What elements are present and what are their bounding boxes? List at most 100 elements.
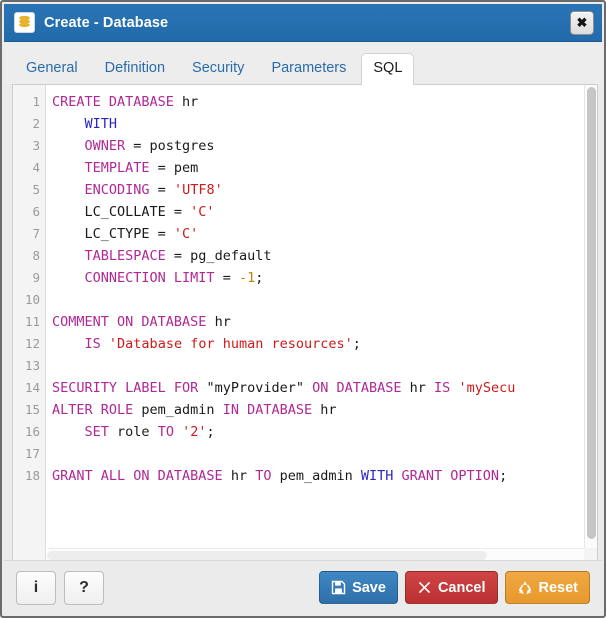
tab-label: Parameters bbox=[271, 60, 347, 77]
editor-horizontal-scrollbar-thumb[interactable] bbox=[47, 551, 487, 560]
code-token: SECURITY LABEL FOR bbox=[52, 380, 199, 396]
dialog-footer: i ? Save Cancel Reset bbox=[4, 560, 602, 614]
reset-button-label: Reset bbox=[538, 579, 579, 596]
code-line: LC_COLLATE = 'C' bbox=[52, 201, 583, 223]
tab-label: SQL bbox=[373, 60, 403, 77]
code-line: OWNER = postgres bbox=[52, 135, 583, 157]
code-token: ON DATABASE bbox=[312, 380, 402, 396]
code-token: ; bbox=[352, 336, 361, 352]
code-token: WITH bbox=[84, 116, 118, 132]
cancel-button[interactable]: Cancel bbox=[404, 571, 498, 604]
code-token: 'C' bbox=[190, 204, 215, 220]
code-token: ALTER ROLE bbox=[52, 402, 134, 418]
line-number: 3 bbox=[32, 138, 40, 153]
code-line: CONNECTION LIMIT = -1; bbox=[52, 267, 583, 289]
code-line: ALTER ROLE pem_admin IN DATABASE hr bbox=[52, 399, 583, 421]
recycle-icon bbox=[517, 580, 533, 596]
code-line: LC_CTYPE = 'C' bbox=[52, 223, 583, 245]
code-line: COMMENT ON DATABASE hr bbox=[52, 311, 583, 333]
code-token: WITH bbox=[360, 468, 394, 484]
code-line: IS 'Database for human resources'; bbox=[52, 333, 583, 355]
tab-definition[interactable]: Definition bbox=[93, 53, 177, 85]
line-number: 11 bbox=[24, 314, 40, 329]
line-number: 9 bbox=[32, 270, 40, 285]
help-button[interactable]: ? bbox=[64, 570, 104, 605]
code-line: CREATE DATABASE hr bbox=[52, 91, 583, 113]
code-token: TO bbox=[157, 424, 174, 440]
tab-label: Security bbox=[192, 60, 245, 77]
code-token: = pg_default bbox=[165, 248, 272, 264]
line-number: 1 bbox=[32, 94, 40, 109]
info-icon: i bbox=[33, 578, 39, 596]
save-button[interactable]: Save bbox=[319, 571, 398, 604]
close-icon[interactable]: ✖ bbox=[570, 10, 594, 35]
code-token: ; bbox=[499, 468, 508, 484]
tab-parameters[interactable]: Parameters bbox=[259, 53, 358, 85]
code-token: TEMPLATE bbox=[84, 160, 150, 176]
create-database-dialog: Create - Database ✖ General Definition Sec… bbox=[0, 0, 606, 618]
code-line: TEMPLATE = pem bbox=[52, 157, 583, 179]
code-token: pem_admin bbox=[271, 468, 361, 484]
code-token: 'C' bbox=[173, 226, 199, 242]
tab-label: Definition bbox=[104, 60, 166, 77]
code-token: COMMENT ON DATABASE bbox=[52, 314, 215, 330]
line-number: 4 bbox=[32, 160, 40, 175]
code-token: hr bbox=[312, 402, 337, 418]
line-number: 17 bbox=[24, 446, 40, 461]
code-token: hr bbox=[401, 380, 435, 396]
window-title: Create - Database bbox=[44, 14, 169, 31]
code-token: hr bbox=[182, 94, 199, 110]
title-bar: Create - Database ✖ bbox=[4, 4, 602, 42]
code-token: ; bbox=[255, 270, 264, 286]
close-x-icon bbox=[417, 580, 432, 595]
code-token: GRANT ALL ON DATABASE bbox=[52, 468, 223, 484]
database-icon bbox=[14, 12, 35, 33]
code-line: SECURITY LABEL FOR "myProvider" ON DATAB… bbox=[52, 377, 583, 399]
editor-vertical-scrollbar-thumb[interactable] bbox=[587, 87, 596, 539]
code-token: OWNER bbox=[84, 138, 126, 154]
reset-button[interactable]: Reset bbox=[504, 571, 590, 604]
tab-strip: General Definition Security Parameters SQL bbox=[4, 42, 602, 85]
tab-sql[interactable]: SQL bbox=[361, 53, 415, 85]
tab-security[interactable]: Security bbox=[180, 53, 256, 85]
sql-code-area[interactable]: CREATE DATABASE hr WITH OWNER = postgres… bbox=[47, 85, 583, 548]
code-token: ; bbox=[206, 424, 215, 440]
code-token: = bbox=[149, 182, 174, 198]
code-token: = pem bbox=[149, 160, 199, 176]
tab-general[interactable]: General bbox=[14, 53, 90, 85]
code-token: IS bbox=[434, 380, 451, 396]
code-token: IN DATABASE bbox=[222, 402, 313, 418]
line-number: 16 bbox=[24, 424, 40, 439]
code-token: = postgres bbox=[125, 138, 215, 154]
code-token: '2' bbox=[182, 424, 207, 440]
code-token: LC_CTYPE = bbox=[52, 226, 174, 242]
code-line: WITH bbox=[52, 113, 583, 135]
line-number: 2 bbox=[32, 116, 40, 131]
code-token: ENCODING bbox=[84, 182, 150, 198]
code-token: GRANT OPTION bbox=[401, 468, 500, 484]
sql-editor-panel: 1 2 3 4 5 6 7 8 9 10 11 12 13 14 15 16 17 18 CREATE DATAB… bbox=[12, 84, 598, 562]
info-button[interactable]: i bbox=[16, 570, 56, 605]
floppy-disk-icon bbox=[331, 580, 346, 595]
editor-vertical-scrollbar[interactable] bbox=[584, 85, 597, 548]
code-token: TABLESPACE bbox=[84, 248, 166, 264]
code-token: -1 bbox=[238, 270, 256, 286]
code-token: 'mySecu bbox=[458, 380, 516, 396]
code-token: 'UTF8' bbox=[173, 182, 223, 198]
code-token: 'Database for human resources' bbox=[108, 336, 353, 352]
cancel-button-label: Cancel bbox=[437, 579, 486, 596]
